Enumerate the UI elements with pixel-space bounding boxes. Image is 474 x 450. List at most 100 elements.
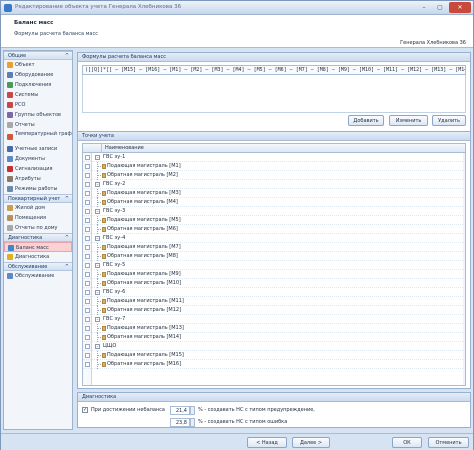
maximize-button[interactable]: ▢ — [433, 2, 447, 13]
sidebar-item[interactable]: Отчеты по дому — [4, 223, 72, 233]
group-row[interactable]: – ГВС эу-6 — [83, 288, 465, 297]
close-button[interactable]: ✕ — [449, 2, 471, 13]
sidebar-item[interactable]: Отчеты — [4, 120, 72, 130]
vertical-scrollbar[interactable] — [463, 153, 465, 385]
child-row[interactable]: Обратная магистраль [M4] — [83, 198, 465, 207]
error-spinner[interactable] — [190, 418, 195, 427]
child-row[interactable]: Обратная магистраль [M6] — [83, 225, 465, 234]
child-row[interactable]: Подающая магистраль [M13] — [83, 324, 465, 333]
sidebar-item[interactable]: Оборудование — [4, 70, 72, 80]
collapse-toggle-icon[interactable]: – — [95, 209, 100, 214]
row-checkbox[interactable] — [85, 155, 90, 160]
row-checkbox[interactable] — [85, 344, 90, 349]
sidebar-item[interactable]: Температурный график — [4, 130, 72, 144]
row-checkbox[interactable] — [85, 263, 90, 268]
row-checkbox[interactable] — [85, 299, 90, 304]
collapse-toggle-icon[interactable]: – — [95, 317, 100, 322]
sidebar-group-header[interactable]: Обслуживание ^ — [4, 262, 72, 271]
sidebar-item[interactable]: Объект — [4, 60, 72, 70]
child-row[interactable]: Обратная магистраль [M2] — [83, 171, 465, 180]
row-checkbox[interactable] — [85, 317, 90, 322]
collapse-toggle-icon[interactable]: – — [95, 182, 100, 187]
error-value-input[interactable]: 23,8 — [170, 418, 190, 427]
group-row[interactable]: – ГВС эу-3 — [83, 207, 465, 216]
row-checkbox[interactable] — [85, 200, 90, 205]
row-checkbox[interactable] — [85, 353, 90, 358]
child-row[interactable]: Обратная магистраль [M14] — [83, 333, 465, 342]
delete-button[interactable]: Удалить — [432, 115, 466, 126]
child-row[interactable]: Подающая магистраль [M9] — [83, 270, 465, 279]
child-row[interactable]: Подающая магистраль [M7] — [83, 243, 465, 252]
sidebar-item[interactable]: Сигнализация — [4, 164, 72, 174]
formula-list[interactable] — [82, 75, 466, 113]
child-row[interactable]: Обратная магистраль [M16] — [83, 360, 465, 369]
sidebar-item[interactable]: Режимы работы — [4, 184, 72, 194]
sidebar-item[interactable]: РСО — [4, 100, 72, 110]
sidebar-group-header[interactable]: Общие ^ — [4, 51, 72, 60]
child-row[interactable]: Обратная магистраль [M10] — [83, 279, 465, 288]
row-checkbox[interactable] — [85, 209, 90, 214]
sidebar-item[interactable]: Баланс масс — [4, 242, 72, 252]
row-checkbox[interactable] — [85, 335, 90, 340]
sidebar-item[interactable]: Документы — [4, 154, 72, 164]
back-button[interactable]: < Назад — [247, 437, 287, 448]
group-row[interactable]: – ГВС эу-5 — [83, 261, 465, 270]
sidebar-item[interactable]: Диагностика — [4, 252, 72, 262]
warn-value-input[interactable]: 21,4 — [170, 406, 190, 415]
page-title: Баланс масс — [14, 20, 54, 26]
ok-button[interactable]: ОК — [392, 437, 422, 448]
row-checkbox[interactable] — [85, 290, 90, 295]
imbalance-checkbox[interactable]: ✓ — [82, 407, 88, 413]
collapse-toggle-icon[interactable]: – — [95, 236, 100, 241]
group-row[interactable]: – ГВС эу-2 — [83, 180, 465, 189]
collapse-toggle-icon[interactable]: – — [95, 155, 100, 160]
sidebar-item[interactable]: Обслуживание — [4, 271, 72, 281]
group-row[interactable]: – ЦЩО — [83, 342, 465, 351]
row-checkbox[interactable] — [85, 164, 90, 169]
row-checkbox[interactable] — [85, 191, 90, 196]
warn-spinner[interactable] — [190, 406, 195, 415]
group-row[interactable]: – ГВС эу-7 — [83, 315, 465, 324]
sidebar-item[interactable]: Атрибуты — [4, 174, 72, 184]
collapse-toggle-icon[interactable]: – — [95, 344, 100, 349]
row-checkbox[interactable] — [85, 326, 90, 331]
child-row[interactable]: Обратная магистраль [M12] — [83, 306, 465, 315]
sidebar-item[interactable]: Системы — [4, 90, 72, 100]
row-checkbox[interactable] — [85, 173, 90, 178]
child-row[interactable]: Подающая магистраль [M5] — [83, 216, 465, 225]
row-checkbox[interactable] — [85, 218, 90, 223]
cancel-button[interactable]: Отменить — [428, 437, 469, 448]
sidebar-item[interactable]: Помещения — [4, 213, 72, 223]
column-name[interactable]: Наименование — [101, 144, 144, 153]
sidebar-item[interactable]: Подключения — [4, 80, 72, 90]
collapse-toggle-icon[interactable]: – — [95, 263, 100, 268]
row-checkbox[interactable] — [85, 272, 90, 277]
row-checkbox[interactable] — [85, 182, 90, 187]
minimize-button[interactable]: – — [417, 2, 431, 13]
child-row[interactable]: Подающая магистраль [M1] — [83, 162, 465, 171]
row-checkbox[interactable] — [85, 227, 90, 232]
next-button[interactable]: Далее > — [292, 437, 330, 448]
row-checkbox[interactable] — [85, 254, 90, 259]
child-row[interactable]: Подающая магистраль [M3] — [83, 189, 465, 198]
row-checkbox[interactable] — [85, 362, 90, 367]
child-row[interactable]: Подающая магистраль [M11] — [83, 297, 465, 306]
row-checkbox[interactable] — [85, 308, 90, 313]
sidebar-item[interactable]: Учетные записи — [4, 144, 72, 154]
row-checkbox[interactable] — [85, 245, 90, 250]
sidebar-group-header[interactable]: Поквартирный учет ^ — [4, 194, 72, 203]
collapse-toggle-icon[interactable]: – — [95, 290, 100, 295]
group-row[interactable]: – ГВС эу-1 — [83, 153, 465, 162]
edit-button[interactable]: Изменить — [389, 115, 428, 126]
child-row[interactable]: Обратная магистраль [M8] — [83, 252, 465, 261]
row-checkbox[interactable] — [85, 281, 90, 286]
group-row[interactable]: – ГВС эу-4 — [83, 234, 465, 243]
row-checkbox[interactable] — [85, 236, 90, 241]
formula-row[interactable]: ([[Q]]*[[ – [M15] – [M16] – [M1] – [M2] … — [82, 65, 466, 75]
child-row[interactable]: Подающая магистраль [M15] — [83, 351, 465, 360]
add-button[interactable]: Добавить — [348, 115, 384, 126]
sidebar-group-header[interactable]: Диагностика ^ — [4, 233, 72, 242]
sidebar-item[interactable]: Группы объектов — [4, 110, 72, 120]
sidebar-item[interactable]: Жилой дом — [4, 203, 72, 213]
sidebar-group-label: Общие — [8, 53, 27, 59]
